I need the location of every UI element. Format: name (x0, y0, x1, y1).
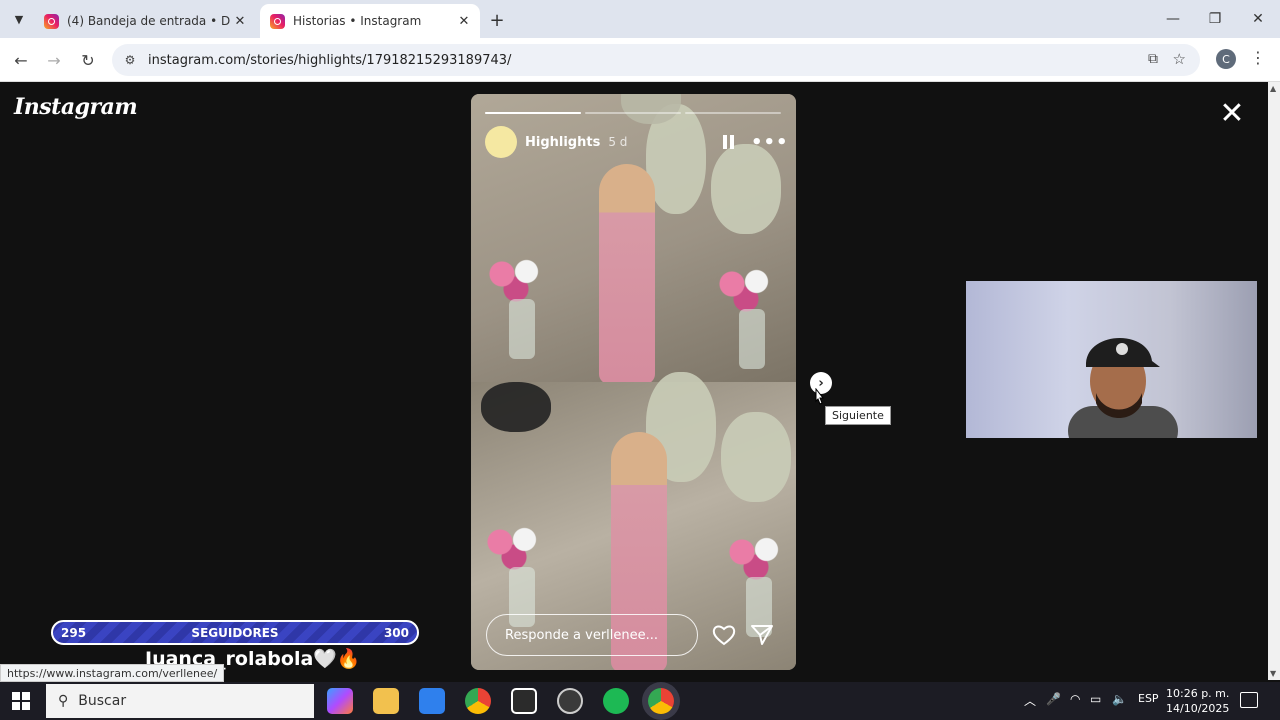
tab-close-icon[interactable]: ✕ (230, 11, 250, 31)
window-close-icon[interactable]: ✕ (1243, 6, 1273, 32)
pause-icon[interactable] (723, 135, 735, 149)
scroll-up-icon[interactable]: ▲ (1270, 84, 1276, 93)
site-settings-icon[interactable]: ⚙ (122, 52, 138, 68)
instagram-logo[interactable]: Instagram (14, 94, 138, 120)
progress-segment (485, 112, 581, 114)
followers-current: 295 (61, 625, 87, 640)
forward-icon[interactable]: → (41, 47, 67, 73)
followers-label: SEGUIDORES (191, 625, 279, 640)
instagram-story-viewer: Instagram ✕ Highlights 5 d ••• Responde … (0, 82, 1268, 680)
page-scrollbar[interactable]: ▲ ▼ (1268, 82, 1280, 680)
language-indicator[interactable]: ESP (1138, 692, 1159, 705)
instagram-favicon-icon (270, 13, 285, 29)
minimize-icon[interactable]: — (1158, 6, 1188, 32)
taskbar-search[interactable]: ⚲ Buscar (46, 684, 314, 718)
send-icon[interactable] (750, 624, 774, 646)
reply-input[interactable]: Responde a verllenee... (486, 614, 698, 656)
chrome-active-icon[interactable] (648, 688, 674, 714)
wifi-icon[interactable]: ◠ (1070, 692, 1080, 706)
like-heart-icon[interactable] (712, 624, 736, 646)
copilot-icon[interactable] (327, 688, 353, 714)
search-placeholder: Buscar (78, 693, 127, 709)
streamer-webcam-icon (1068, 337, 1178, 438)
battery-icon[interactable]: ▭ (1090, 692, 1101, 706)
microsoft-store-icon[interactable] (419, 688, 445, 714)
tab-direct-inbox[interactable]: (4) Bandeja de entrada • Direct ✕ (34, 4, 256, 38)
clock-time: 10:26 p. m. (1166, 687, 1230, 700)
tab-title: (4) Bandeja de entrada • Direct (67, 14, 230, 28)
mouse-cursor-icon (815, 388, 825, 405)
next-tooltip: Siguiente (825, 406, 891, 425)
story-avatar[interactable] (485, 126, 517, 158)
notifications-icon[interactable] (1240, 692, 1258, 708)
tab-search-icon[interactable]: ▼ (8, 8, 30, 30)
close-story-icon[interactable]: ✕ (1218, 99, 1246, 129)
tab-strip: ▼ (4) Bandeja de entrada • Direct ✕ Hist… (0, 0, 1280, 38)
status-url-bubble: https://www.instagram.com/verllenee/ (0, 664, 225, 682)
omnibox[interactable]: ⚙ instagram.com/stories/highlights/17918… (112, 44, 1200, 76)
system-clock[interactable]: 10:26 p. m. 14/10/2025 (1166, 686, 1229, 716)
more-options-icon[interactable]: ••• (751, 132, 789, 153)
windows-start-icon[interactable] (12, 692, 30, 710)
profile-avatar[interactable]: C (1216, 49, 1236, 69)
restore-icon[interactable]: ❐ (1200, 6, 1230, 32)
url-text[interactable]: instagram.com/stories/highlights/1791821… (148, 53, 511, 68)
search-icon: ⚲ (58, 693, 69, 709)
back-icon[interactable]: ← (8, 47, 34, 73)
scroll-down-icon[interactable]: ▼ (1270, 669, 1276, 678)
screen: ▼ (4) Bandeja de entrada • Direct ✕ Hist… (0, 0, 1280, 720)
chrome-icon[interactable] (465, 688, 491, 714)
story-age: 5 d (608, 135, 628, 149)
install-app-icon[interactable]: ⧉ (1148, 51, 1158, 67)
tray-overflow-icon[interactable]: ︿ (1024, 692, 1036, 709)
instagram-favicon-icon (44, 13, 59, 29)
capcut-icon[interactable] (511, 688, 537, 714)
browser-menu-icon[interactable]: ⋮ (1250, 48, 1266, 67)
story-card[interactable]: Highlights 5 d ••• Responde a verllenee.… (471, 94, 796, 670)
windows-taskbar: ⚲ Buscar ︿ 🎤 ◠ ▭ 🔈 ESP 10:26 p. m. 14/10… (0, 682, 1280, 720)
tab-close-icon[interactable]: ✕ (454, 11, 474, 31)
microphone-icon[interactable]: 🎤 (1046, 692, 1061, 706)
volume-icon[interactable]: 🔈 (1112, 692, 1127, 706)
bookmark-star-icon[interactable]: ☆ (1173, 50, 1186, 68)
tab-stories[interactable]: Historias • Instagram ✕ (260, 4, 480, 38)
progress-segment (585, 112, 681, 114)
new-tab-icon[interactable]: + (486, 9, 508, 31)
story-username[interactable]: Highlights (525, 135, 600, 150)
follower-goal-bar: 295 SEGUIDORES 300 (51, 620, 419, 645)
address-bar: ← → ↻ ⚙ instagram.com/stories/highlights… (0, 38, 1280, 82)
webcam-overlay (966, 281, 1257, 438)
clock-date: 14/10/2025 (1166, 702, 1230, 715)
spotify-icon[interactable] (603, 688, 629, 714)
followers-goal: 300 (383, 625, 409, 640)
reload-icon[interactable]: ↻ (75, 47, 101, 73)
tab-title: Historias • Instagram (293, 14, 422, 28)
progress-segment (685, 112, 781, 114)
story-header: Highlights 5 d ••• (485, 126, 788, 158)
file-explorer-icon[interactable] (373, 688, 399, 714)
story-progress (485, 112, 781, 114)
obs-icon[interactable] (557, 688, 583, 714)
